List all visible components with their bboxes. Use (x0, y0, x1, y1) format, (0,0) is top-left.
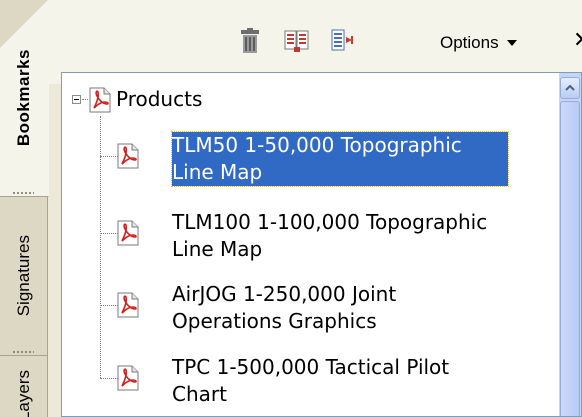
bookmarks-tree[interactable]: Products TLM50 1-50,000 Topographic Line… (61, 72, 582, 417)
tree-connector (100, 378, 118, 379)
pdf-bookmark-icon (117, 220, 139, 246)
vertical-scrollbar[interactable] (559, 73, 581, 416)
bookmark-line2: Line Map (172, 237, 263, 261)
close-panel-button[interactable]: ✕ (573, 28, 582, 54)
bookmark-tlm100[interactable]: TLM100 1-100,000 Topographic Line Map (172, 209, 487, 263)
chevron-down-icon (506, 40, 517, 46)
bookmark-tpc[interactable]: TPC 1-500,000 Tactical Pilot Chart (172, 354, 449, 408)
bookmark-from-page-icon (284, 30, 309, 52)
delete-bookmark-button[interactable] (237, 26, 263, 56)
chevron-up-icon (565, 85, 575, 91)
options-menu-button[interactable]: Options (440, 30, 517, 56)
tree-connector (82, 99, 88, 100)
pdf-bookmark-icon (117, 143, 139, 169)
scroll-up-button[interactable] (560, 77, 580, 99)
tab-signatures-label: Signatures (13, 235, 33, 317)
bookmark-line2: Line Map (172, 160, 263, 184)
bookmark-products[interactable]: Products (116, 86, 202, 113)
collapse-toggle[interactable] (72, 95, 81, 104)
close-icon: ✕ (573, 28, 582, 53)
bookmark-line1: AirJOG 1-250,000 Joint (172, 282, 397, 306)
tab-grip (12, 350, 34, 354)
bookmark-line2: Operations Graphics (172, 309, 377, 333)
tab-bookmarks-label: Bookmarks (14, 49, 33, 147)
pdf-bookmark-icon (117, 365, 139, 391)
tab-layers-label: Layers (13, 369, 33, 417)
expand-bookmark-icon (331, 29, 353, 51)
tree-connector (100, 233, 118, 234)
trash-icon (241, 28, 259, 53)
pdf-bookmark-icon (89, 87, 111, 113)
bookmark-tlm50[interactable]: TLM50 1-50,000 Topographic Line Map (171, 131, 509, 187)
navigation-tab-strip: Bookmarks Signatures Layers (0, 0, 49, 417)
tab-signatures[interactable]: Signatures (0, 197, 47, 356)
bookmark-airjog[interactable]: AirJOG 1-250,000 Joint Operations Graphi… (172, 281, 396, 335)
tree-connector (100, 305, 118, 306)
bookmark-line1: TPC 1-500,000 Tactical Pilot (172, 355, 450, 379)
tree-connector (100, 156, 118, 157)
options-label: Options (440, 33, 499, 52)
bookmark-line2: Chart (172, 382, 227, 406)
new-bookmark-from-page-button[interactable] (284, 26, 310, 56)
tab-layers[interactable]: Layers (0, 356, 47, 417)
scroll-thumb[interactable] (560, 101, 580, 416)
bookmark-line1: TLM50 1-50,000 Topographic (172, 133, 462, 157)
pdf-bookmark-icon (117, 292, 139, 318)
expand-bookmark-button[interactable] (330, 26, 356, 56)
tab-grip (12, 191, 34, 195)
bookmark-line1: TLM100 1-100,000 Topographic (172, 210, 488, 234)
tab-bookmarks[interactable]: Bookmarks (0, 0, 49, 197)
